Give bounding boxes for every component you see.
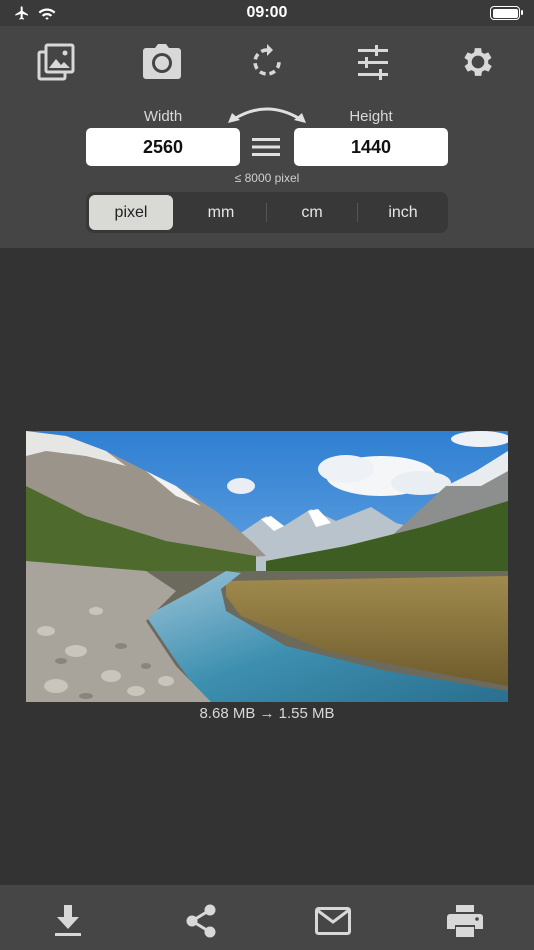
unit-option-inch[interactable]: inch bbox=[361, 195, 445, 230]
share-button[interactable] bbox=[181, 901, 221, 941]
camera-icon bbox=[143, 44, 181, 79]
settings-panel: Width Height ≤ 8000 pixel pixel mm cm in… bbox=[0, 26, 534, 248]
file-size-info: 8.68 MB → 1.55 MB bbox=[199, 705, 335, 722]
battery-icon bbox=[490, 6, 523, 20]
unit-segmented-control: pixel mm cm inch bbox=[86, 192, 448, 233]
share-icon bbox=[186, 904, 216, 938]
bottom-toolbar bbox=[0, 885, 534, 950]
settings-button[interactable] bbox=[456, 40, 500, 84]
photo-library-icon bbox=[37, 43, 75, 81]
preview-image[interactable] bbox=[26, 431, 508, 702]
battery-fill bbox=[492, 8, 518, 18]
download-button[interactable] bbox=[48, 901, 88, 941]
status-bar: 09:00 bbox=[0, 0, 534, 26]
sliders-icon bbox=[358, 45, 388, 80]
photo-library-button[interactable] bbox=[34, 40, 78, 84]
landscape-photo bbox=[26, 431, 508, 702]
print-icon bbox=[447, 905, 483, 937]
gear-icon bbox=[464, 48, 492, 76]
width-label: Width bbox=[143, 108, 183, 125]
rotate-icon bbox=[253, 44, 281, 76]
status-time: 09:00 bbox=[246, 4, 288, 21]
segment-divider bbox=[357, 203, 358, 222]
adjust-button[interactable] bbox=[351, 40, 395, 84]
download-icon bbox=[55, 905, 81, 936]
height-input[interactable] bbox=[294, 128, 448, 166]
segment-divider bbox=[266, 203, 267, 222]
mail-button[interactable] bbox=[313, 901, 353, 941]
limit-note: ≤ 8000 pixel bbox=[234, 171, 300, 185]
toolbar bbox=[0, 40, 534, 84]
camera-button[interactable] bbox=[140, 40, 184, 84]
unit-option-pixel[interactable]: pixel bbox=[89, 195, 173, 230]
unit-option-cm[interactable]: cm bbox=[270, 195, 354, 230]
rotate-button[interactable] bbox=[245, 40, 289, 84]
mail-icon bbox=[315, 907, 351, 935]
equals-lock-icon[interactable] bbox=[252, 137, 280, 157]
unit-option-mm[interactable]: mm bbox=[179, 195, 263, 230]
print-button[interactable] bbox=[445, 901, 485, 941]
width-input[interactable] bbox=[86, 128, 240, 166]
height-label: Height bbox=[349, 108, 393, 125]
